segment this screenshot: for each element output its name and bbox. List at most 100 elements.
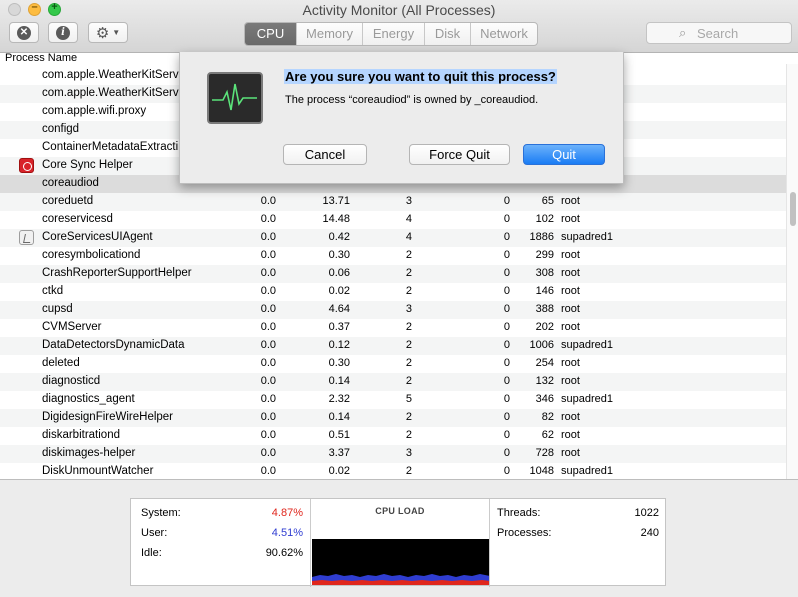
cpu-percent-cell: 0.0 xyxy=(260,303,276,315)
search-input[interactable]: ⌕ Search xyxy=(646,22,792,44)
cpu-summary-panel: System: 4.87% User: 4.51% Idle: 90.62% C… xyxy=(130,498,666,587)
idle-wake-ups-cell: 0 xyxy=(503,285,510,297)
cpu-percent-cell: 0.0 xyxy=(260,447,276,459)
dialog-title: Are you sure you want to quit this proce… xyxy=(284,69,557,84)
cpu-time-cell: 0.02 xyxy=(328,465,350,477)
view-tabs: CPU Memory Energy Disk Network xyxy=(244,22,538,46)
stop-process-button[interactable]: ✕ xyxy=(9,22,39,43)
table-row[interactable]: coresymbolicationd 0.0 0.30 2 0 299 root xyxy=(0,247,786,265)
column-header-process-name[interactable]: Process Name xyxy=(5,52,77,64)
cpu-time-cell: 3.37 xyxy=(328,447,350,459)
user-cell: root xyxy=(561,411,580,423)
activity-monitor-icon xyxy=(207,72,263,124)
threads-cell: 2 xyxy=(405,321,412,333)
tab-energy[interactable]: Energy xyxy=(363,23,425,45)
threads-cell: 2 xyxy=(405,339,412,351)
user-cell: supadred1 xyxy=(561,393,613,405)
table-row[interactable]: cupsd 0.0 4.64 3 0 388 root xyxy=(0,301,786,319)
cpu-load-title: CPU LOAD xyxy=(375,506,425,516)
table-row[interactable]: diagnostics_agent 0.0 2.32 5 0 346 supadred1 xyxy=(0,391,786,409)
chevron-down-icon: ▼ xyxy=(112,28,121,37)
cpu-time-cell: 0.42 xyxy=(328,231,350,243)
process-name-cell: deleted xyxy=(42,357,80,369)
pid-cell: 202 xyxy=(535,321,554,333)
process-name-cell: com.apple.wifi.proxy xyxy=(42,105,147,117)
pid-cell: 1006 xyxy=(529,339,554,351)
idle-wake-ups-cell: 0 xyxy=(503,429,510,441)
threads-cell: 2 xyxy=(405,429,412,441)
scrollbar-thumb[interactable] xyxy=(790,192,796,226)
table-row[interactable]: deleted 0.0 0.30 2 0 254 root xyxy=(0,355,786,373)
process-name-cell: cupsd xyxy=(42,303,73,315)
search-placeholder: Search xyxy=(697,26,739,41)
table-row[interactable]: DiskUnmountWatcher 0.0 0.02 2 0 1048 supadred1 xyxy=(0,463,786,479)
threads-cell: 2 xyxy=(405,285,412,297)
table-row[interactable]: diskarbitrationd 0.0 0.51 2 0 62 root xyxy=(0,427,786,445)
process-name-cell: com.apple.WeatherKitServ xyxy=(42,69,179,81)
table-row[interactable]: CrashReporterSupportHelper 0.0 0.06 2 0 308 ro… xyxy=(0,265,786,283)
cpu-time-cell: 2.32 xyxy=(328,393,350,405)
cpu-time-cell: 4.64 xyxy=(328,303,350,315)
user-cell: root xyxy=(561,249,580,261)
table-row[interactable]: DataDetectorsDynamicData 0.0 0.12 2 0 1006 sup… xyxy=(0,337,786,355)
user-cell: root xyxy=(561,375,580,387)
idle-wake-ups-cell: 0 xyxy=(503,465,510,477)
table-row[interactable]: coreduetd 0.0 13.71 3 0 65 root xyxy=(0,193,786,211)
action-menu-button[interactable]: ⚙ ▼ xyxy=(88,22,128,43)
cpu-percent-cell: 0.0 xyxy=(260,339,276,351)
table-row[interactable]: ctkd 0.0 0.02 2 0 146 root xyxy=(0,283,786,301)
process-name-cell: CoreServicesUIAgent xyxy=(42,231,153,243)
cpu-percent-cell: 0.0 xyxy=(260,429,276,441)
gear-icon: ⚙ xyxy=(95,24,110,42)
idle-wake-ups-cell: 0 xyxy=(503,411,510,423)
table-row[interactable]: diskimages-helper 0.0 3.37 3 0 728 root xyxy=(0,445,786,463)
cpu-percent-cell: 0.0 xyxy=(260,267,276,279)
cancel-button[interactable]: Cancel xyxy=(283,144,367,165)
process-name-cell: diskimages-helper xyxy=(42,447,136,459)
table-row[interactable]: CVMServer 0.0 0.37 2 0 202 root xyxy=(0,319,786,337)
cpu-percent-cell: 0.0 xyxy=(260,375,276,387)
process-name-cell: diskarbitrationd xyxy=(42,429,120,441)
tab-cpu[interactable]: CPU xyxy=(245,23,297,45)
table-row[interactable]: diagnosticd 0.0 0.14 2 0 132 root xyxy=(0,373,786,391)
process-name-cell: ContainerMetadataExtracti xyxy=(42,141,179,153)
cpu-time-cell: 14.48 xyxy=(322,213,350,225)
process-name-cell: DataDetectorsDynamicData xyxy=(42,339,185,351)
cpu-percent-cell: 0.0 xyxy=(260,411,276,423)
pid-cell: 82 xyxy=(541,411,554,423)
quit-button[interactable]: Quit xyxy=(523,144,605,165)
tab-memory[interactable]: Memory xyxy=(297,23,363,45)
pid-cell: 146 xyxy=(535,285,554,297)
user-cell: root xyxy=(561,429,580,441)
cpu-time-cell: 0.30 xyxy=(328,357,350,369)
cpu-time-cell: 0.06 xyxy=(328,267,350,279)
tab-disk[interactable]: Disk xyxy=(425,23,471,45)
title-bar: – + Activity Monitor (All Processes) ✕ i… xyxy=(0,0,798,53)
user-cell: supadred1 xyxy=(561,231,613,243)
idle-wake-ups-cell: 0 xyxy=(503,393,510,405)
idle-wake-ups-cell: 0 xyxy=(503,249,510,261)
idle-wake-ups-cell: 0 xyxy=(503,339,510,351)
threads-label: Threads: xyxy=(497,507,541,519)
vertical-scrollbar[interactable] xyxy=(786,64,798,479)
cpu-time-cell: 0.30 xyxy=(328,249,350,261)
force-quit-button[interactable]: Force Quit xyxy=(409,144,510,165)
user-cell: root xyxy=(561,303,580,315)
user-cell: root xyxy=(561,285,580,297)
pid-cell: 65 xyxy=(541,195,554,207)
pid-cell: 132 xyxy=(535,375,554,387)
threads-cell: 2 xyxy=(405,249,412,261)
threads-value: 1022 xyxy=(634,507,659,519)
table-row[interactable]: DigidesignFireWireHelper 0.0 0.14 2 0 82 root xyxy=(0,409,786,427)
inspect-process-button[interactable]: i xyxy=(48,22,78,43)
cpu-percent-cell: 0.0 xyxy=(260,213,276,225)
cpu-summary-area: System: 4.87% User: 4.51% Idle: 90.62% C… xyxy=(0,479,798,597)
dialog-message: The process “coreaudiod” is owned by _co… xyxy=(285,94,539,106)
pid-cell: 308 xyxy=(535,267,554,279)
idle-wake-ups-cell: 0 xyxy=(503,447,510,459)
table-row[interactable]: CoreServicesUIAgent 0.0 0.42 4 0 1886 supadred… xyxy=(0,229,786,247)
pid-cell: 728 xyxy=(535,447,554,459)
processes-label: Processes: xyxy=(497,527,552,539)
tab-network[interactable]: Network xyxy=(471,23,537,45)
table-row[interactable]: coreservicesd 0.0 14.48 4 0 102 root xyxy=(0,211,786,229)
